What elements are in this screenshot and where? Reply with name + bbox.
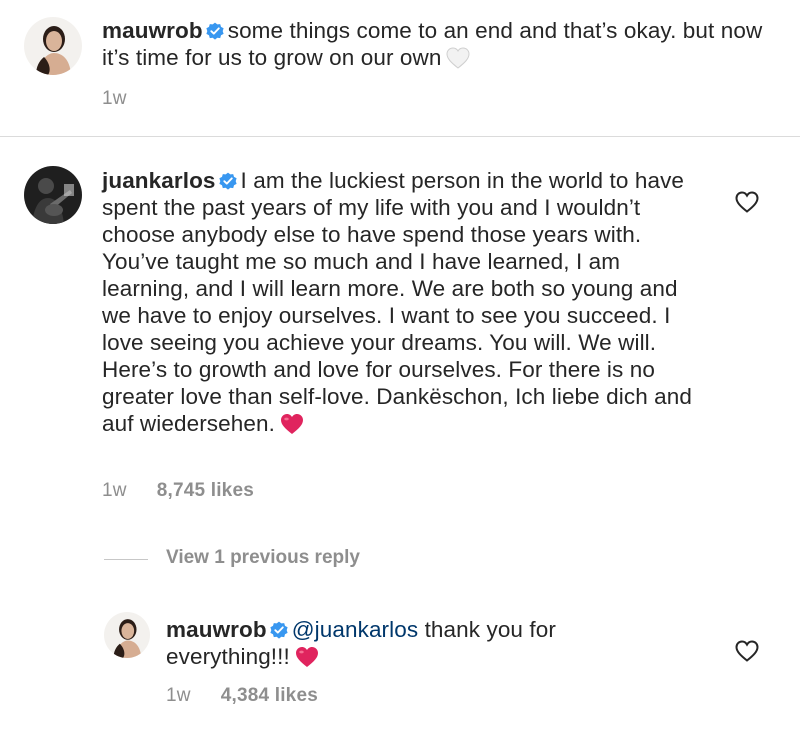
reply-time: 1w [166,685,191,706]
reply-likes[interactable]: 4,384 likes [221,685,318,706]
divider [0,136,800,137]
replies-divider-line [104,559,148,560]
caption-meta: 1w [102,88,127,110]
avatar[interactable] [24,166,82,224]
avatar[interactable] [104,612,150,658]
comment-text-block: juankarlos I am the luckiest person in th… [102,167,702,437]
like-heart-icon[interactable] [734,639,760,663]
comment-meta: 1w 8,745 likes [102,480,254,502]
post-caption: mauwrob some things come to an end and th… [102,17,782,71]
comment-time: 1w [102,480,127,501]
comment-text: I am the luckiest person in the world to… [102,168,692,436]
verified-badge-icon [218,172,237,190]
white-heart-icon [446,47,470,69]
comment-username[interactable]: juankarlos [102,168,216,193]
view-previous-replies-button[interactable]: View 1 previous reply [166,547,360,569]
caption-time: 1w [102,88,127,109]
red-heart-icon [280,414,303,434]
reply-mention-link[interactable]: @juankarlos [292,617,419,642]
caption-username[interactable]: mauwrob [102,18,203,43]
verified-badge-icon [270,621,288,639]
verified-badge-icon [206,22,224,40]
reply-text-block: mauwrob @juankarlos thank you for everyth… [166,616,636,670]
reply-meta: 1w 4,384 likes [166,685,318,707]
comment-likes[interactable]: 8,745 likes [157,480,254,501]
like-heart-icon[interactable] [734,190,760,214]
avatar[interactable] [24,17,82,75]
reply-username[interactable]: mauwrob [166,617,267,642]
red-heart-icon [295,647,318,667]
